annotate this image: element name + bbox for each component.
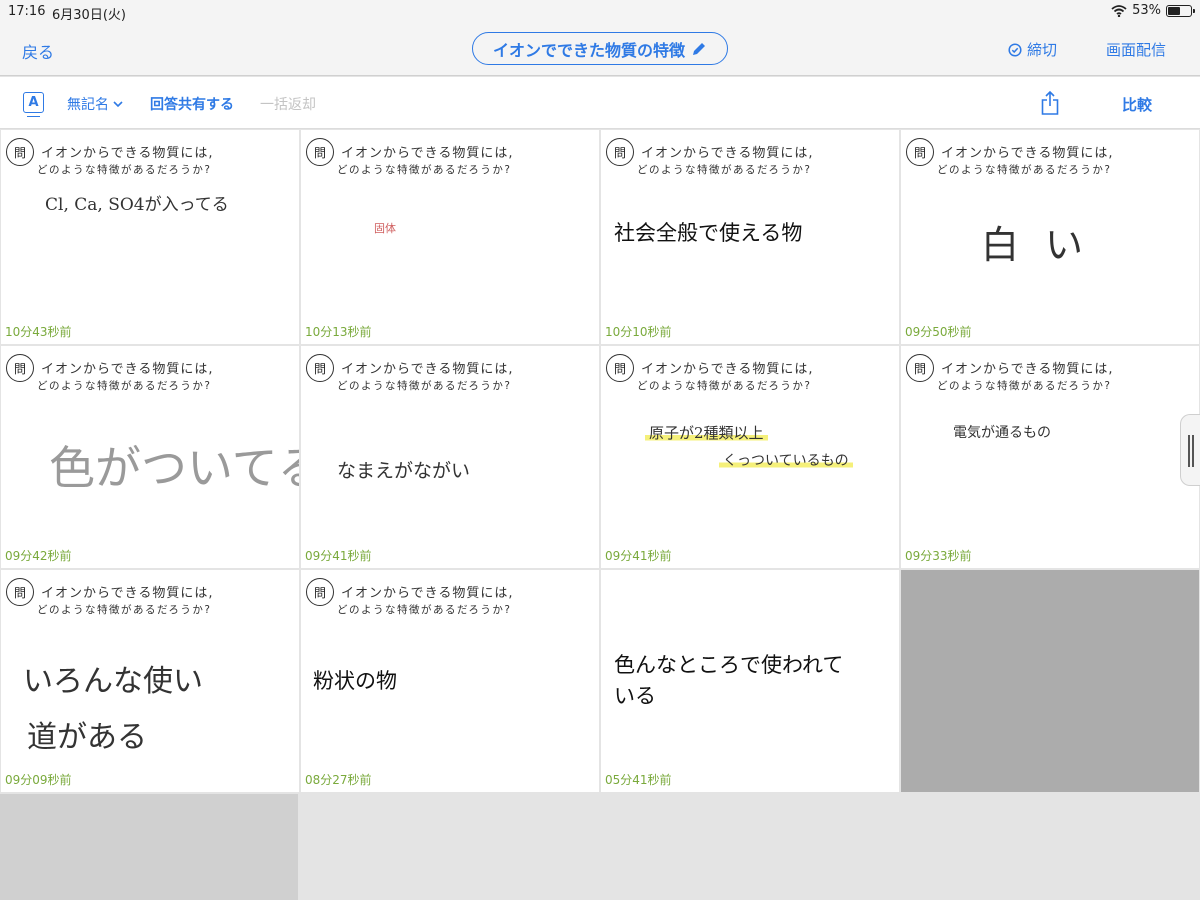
bulk-return-button[interactable]: 一括返却 bbox=[260, 94, 316, 114]
question-mark-badge: 問 bbox=[906, 354, 934, 382]
status-date: 6月30日(火) bbox=[52, 8, 126, 23]
back-button[interactable]: 戻る bbox=[22, 39, 54, 63]
deadline-button[interactable]: 締切 bbox=[1008, 39, 1057, 60]
anonymous-dropdown[interactable]: 無記名 bbox=[67, 94, 123, 114]
question-text-line2: どのような特徴があるだろうか? bbox=[37, 380, 212, 392]
question-text-line1: イオンからできる物質には, bbox=[341, 146, 514, 161]
submission-time: 09分41秒前 bbox=[605, 549, 672, 563]
question-text-line2: どのような特徴があるだろうか? bbox=[337, 164, 512, 176]
next-row-card-partial bbox=[0, 794, 298, 900]
status-right: 53% bbox=[1111, 3, 1195, 18]
handwritten-answer-line2: くっついているもの bbox=[719, 450, 853, 470]
submission-time: 09分50秒前 bbox=[905, 325, 972, 339]
question-mark-badge: 問 bbox=[306, 138, 334, 166]
text-format-icon[interactable]: A bbox=[23, 92, 44, 117]
clock-check-icon bbox=[1008, 42, 1022, 57]
submission-time: 10分10秒前 bbox=[605, 325, 672, 339]
question-text-line1: イオンからできる物質には, bbox=[941, 362, 1114, 377]
question-text-line2: どのような特徴があるだろうか? bbox=[37, 164, 212, 176]
question-text-line1: イオンからできる物質には, bbox=[341, 586, 514, 601]
submission-time: 09分42秒前 bbox=[5, 549, 72, 563]
answer-card[interactable]: 色んなところで使われて いる 05分41秒前 bbox=[601, 570, 899, 792]
status-bar: 17:16 6月30日(火) 53% bbox=[0, 0, 1200, 24]
battery-fill bbox=[1168, 6, 1180, 15]
handwritten-answer: 色がついてる bbox=[49, 441, 299, 495]
battery-icon bbox=[1166, 4, 1195, 17]
question-text-line2: どのような特徴があるだろうか? bbox=[637, 380, 812, 392]
submission-time: 10分43秒前 bbox=[5, 325, 72, 339]
anonymous-label: 無記名 bbox=[67, 97, 109, 113]
answer-card[interactable]: 問 イオンからできる物質には, どのような特徴があるだろうか? Cl, Ca, … bbox=[1, 130, 299, 344]
answer-card[interactable]: 問 イオンからできる物質には, どのような特徴があるだろうか? 社会全般で使える… bbox=[601, 130, 899, 344]
share-answers-button[interactable]: 回答共有する bbox=[150, 94, 234, 114]
typed-answer: 社会全般で使える物 bbox=[614, 221, 803, 245]
status-time: 17:16 bbox=[8, 4, 46, 19]
wifi-icon bbox=[1111, 4, 1127, 17]
question-text-line1: イオンからできる物質には, bbox=[641, 146, 814, 161]
answer-card[interactable]: 問 イオンからできる物質には, どのような特徴があるだろうか? なまえがながい … bbox=[301, 346, 599, 568]
typed-answer-line2: いる bbox=[614, 684, 656, 708]
question-mark-badge: 問 bbox=[6, 578, 34, 606]
screen-broadcast-button[interactable]: 画面配信 bbox=[1106, 39, 1166, 60]
handwritten-answer: Cl, Ca, SO4が入ってる bbox=[45, 195, 229, 215]
question-text-line1: イオンからできる物質には, bbox=[41, 586, 214, 601]
side-panel-handle[interactable] bbox=[1180, 414, 1200, 486]
pencil-icon bbox=[693, 42, 705, 55]
handwritten-answer-line1: 原子が2種類以上 bbox=[645, 422, 768, 443]
question-mark-badge: 問 bbox=[606, 354, 634, 382]
question-text-line1: イオンからできる物質には, bbox=[641, 362, 814, 377]
submission-time: 10分13秒前 bbox=[305, 325, 372, 339]
answer-card[interactable]: 問 イオンからできる物質には, どのような特徴があるだろうか? 固体 10分13… bbox=[301, 130, 599, 344]
question-mark-badge: 問 bbox=[6, 354, 34, 382]
question-text-line1: イオンからできる物質には, bbox=[941, 146, 1114, 161]
question-text-line1: イオンからできる物質には, bbox=[341, 362, 514, 377]
answer-card[interactable]: 問 イオンからできる物質には, どのような特徴があるだろうか? 色がついてる 0… bbox=[1, 346, 299, 568]
answer-card[interactable]: 問 イオンからできる物質には, どのような特徴があるだろうか? 原子が2種類以上… bbox=[601, 346, 899, 568]
handwritten-answer-line2: 道がある bbox=[27, 720, 147, 755]
submission-time: 05分41秒前 bbox=[605, 773, 672, 787]
assignment-title: イオンでできた物質の特徴 bbox=[492, 40, 685, 60]
compare-button[interactable]: 比較 bbox=[1122, 94, 1152, 115]
handwritten-answer: 電気が通るもの bbox=[953, 425, 1051, 441]
chevron-down-icon bbox=[113, 100, 123, 107]
share-icon[interactable] bbox=[1040, 90, 1060, 116]
submission-time: 09分09秒前 bbox=[5, 773, 72, 787]
deadline-label: 締切 bbox=[1027, 41, 1058, 59]
question-mark-badge: 問 bbox=[306, 578, 334, 606]
submission-time: 09分41秒前 bbox=[305, 549, 372, 563]
handwritten-answer-line1: いろんな使い bbox=[23, 664, 203, 699]
question-mark-badge: 問 bbox=[6, 138, 34, 166]
question-text-line1: イオンからできる物質には, bbox=[41, 146, 214, 161]
answer-card[interactable]: 問 イオンからできる物質には, どのような特徴があるだろうか? 電気が通るもの … bbox=[901, 346, 1199, 568]
question-text-line1: イオンからできる物質には, bbox=[41, 362, 214, 377]
answer-card[interactable]: 問 イオンからできる物質には, どのような特徴があるだろうか? いろんな使い 道… bbox=[1, 570, 299, 792]
question-text-line2: どのような特徴があるだろうか? bbox=[37, 604, 212, 616]
handwritten-answer: 固体 bbox=[374, 222, 396, 235]
assignment-title-button[interactable]: イオンでできた物質の特徴 bbox=[472, 32, 728, 65]
nav-bar: 戻る イオンでできた物質の特徴 締切 画面配信 bbox=[0, 24, 1200, 76]
submission-time: 08分27秒前 bbox=[305, 773, 372, 787]
question-text-line2: どのような特徴があるだろうか? bbox=[337, 604, 512, 616]
empty-answer-slot bbox=[901, 570, 1199, 792]
question-mark-badge: 問 bbox=[306, 354, 334, 382]
answer-card[interactable]: 問 イオンからできる物質には, どのような特徴があるだろうか? 粉状の物 08分… bbox=[301, 570, 599, 792]
question-text-line2: どのような特徴があるだろうか? bbox=[937, 380, 1112, 392]
question-mark-badge: 問 bbox=[606, 138, 634, 166]
question-text-line2: どのような特徴があるだろうか? bbox=[637, 164, 812, 176]
typed-answer: 粉状の物 bbox=[313, 669, 397, 693]
typed-answer-line1: 色んなところで使われて bbox=[614, 653, 844, 677]
battery-percent: 53% bbox=[1132, 3, 1161, 18]
submission-time: 09分33秒前 bbox=[905, 549, 972, 563]
question-mark-badge: 問 bbox=[906, 138, 934, 166]
question-text-line2: どのような特徴があるだろうか? bbox=[337, 380, 512, 392]
handwritten-answer: 白い bbox=[981, 223, 1110, 267]
answer-card[interactable]: 問 イオンからできる物質には, どのような特徴があるだろうか? 白い 09分50… bbox=[901, 130, 1199, 344]
question-text-line2: どのような特徴があるだろうか? bbox=[937, 164, 1112, 176]
toolbar: A 無記名 回答共有する 一括返却 比較 bbox=[0, 77, 1200, 129]
handwritten-answer: なまえがながい bbox=[337, 460, 471, 482]
